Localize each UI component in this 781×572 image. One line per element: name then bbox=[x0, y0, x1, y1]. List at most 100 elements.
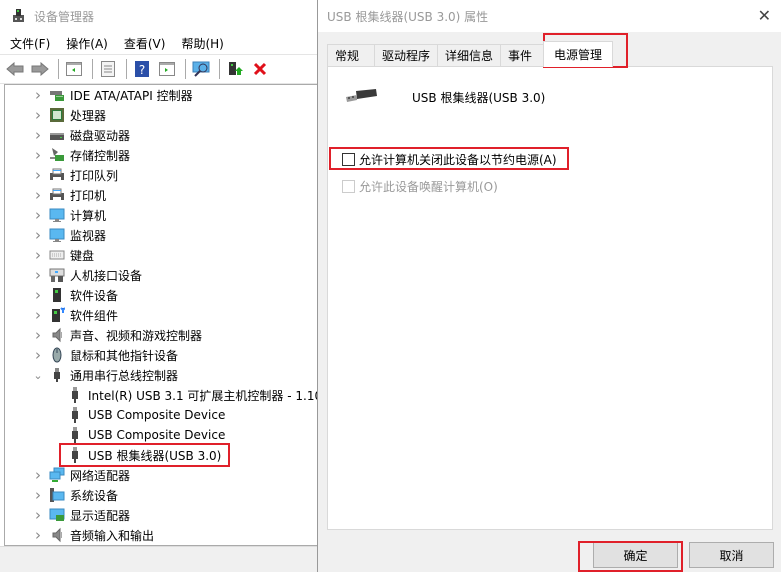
menu-action[interactable]: 操作(A) bbox=[66, 35, 108, 52]
show-hide-console-tree-icon[interactable] bbox=[63, 58, 85, 80]
chevron-right-icon[interactable]: › bbox=[31, 226, 45, 244]
back-arrow-icon[interactable] bbox=[4, 58, 26, 80]
tree-category[interactable]: › 存储控制器 bbox=[5, 145, 320, 165]
help-icon[interactable]: ? bbox=[131, 58, 153, 80]
chevron-right-icon[interactable]: › bbox=[31, 506, 45, 524]
tree-category-label: 处理器 bbox=[70, 108, 107, 123]
menu-bar: 文件(F) 操作(A) 查看(V) 帮助(H) bbox=[0, 32, 319, 54]
chevron-right-icon[interactable]: › bbox=[31, 346, 45, 364]
tree-category[interactable]: › 打印机 bbox=[5, 185, 320, 205]
display-adapter-icon bbox=[49, 507, 65, 523]
tree-category[interactable]: › 软件组件 bbox=[5, 305, 320, 325]
tree-category-label: 人机接口设备 bbox=[70, 268, 143, 283]
allow-wake-checkbox bbox=[342, 180, 355, 193]
system-device-icon bbox=[49, 487, 65, 503]
chevron-right-icon[interactable]: › bbox=[31, 146, 45, 164]
software-device-icon bbox=[49, 287, 65, 303]
tree-category[interactable]: › 显示适配器 bbox=[5, 505, 320, 525]
close-icon[interactable]: ✕ bbox=[758, 6, 771, 25]
toolbar: ? bbox=[0, 54, 319, 84]
processor-icon bbox=[49, 107, 65, 123]
chevron-right-icon[interactable]: › bbox=[31, 186, 45, 204]
tree-category[interactable]: › 监视器 bbox=[5, 225, 320, 245]
tree-category[interactable]: › 音频输入和输出 bbox=[5, 525, 320, 545]
chevron-right-icon[interactable]: › bbox=[31, 86, 45, 104]
storage-controller-icon bbox=[49, 147, 65, 163]
chevron-right-icon[interactable]: › bbox=[31, 166, 45, 184]
status-bar bbox=[0, 546, 320, 572]
cancel-button[interactable]: 取消 bbox=[689, 542, 774, 568]
usb-device-icon bbox=[67, 427, 83, 443]
tree-category[interactable]: › 处理器 bbox=[5, 105, 320, 125]
tree-category[interactable]: › IDE ATA/ATAPI 控制器 bbox=[5, 85, 320, 105]
tree-device[interactable]: USB Composite Device bbox=[5, 405, 320, 425]
tab-general[interactable]: 常规 bbox=[327, 44, 375, 66]
tab-details[interactable]: 详细信息 bbox=[437, 44, 502, 66]
show-action-pane-icon[interactable] bbox=[156, 58, 178, 80]
chevron-right-icon[interactable]: › bbox=[31, 286, 45, 304]
chevron-right-icon[interactable]: › bbox=[31, 306, 45, 324]
tree-category[interactable]: › 人机接口设备 bbox=[5, 265, 320, 285]
chevron-right-icon[interactable]: › bbox=[31, 206, 45, 224]
device-header: USB 根集线器(USB 3.0) bbox=[344, 87, 545, 107]
tree-category-label: 软件设备 bbox=[70, 288, 119, 303]
chevron-right-icon[interactable]: › bbox=[31, 126, 45, 144]
device-manager-title: 设备管理器 bbox=[34, 9, 95, 24]
chevron-right-icon[interactable]: › bbox=[31, 106, 45, 124]
tree-category-label: 磁盘驱动器 bbox=[70, 128, 131, 143]
tree-category-label: 存储控制器 bbox=[70, 148, 131, 163]
tree-category[interactable]: › 打印队列 bbox=[5, 165, 320, 185]
usb-icon bbox=[49, 367, 65, 383]
tab-power-management[interactable]: 电源管理 bbox=[543, 41, 614, 67]
device-manager-title-bar: 设备管理器 bbox=[0, 0, 319, 32]
tree-category[interactable]: › 软件设备 bbox=[5, 285, 320, 305]
tree-category-label: 监视器 bbox=[70, 228, 107, 243]
tree-category[interactable]: › 键盘 bbox=[5, 245, 320, 265]
forward-arrow-icon[interactable] bbox=[29, 58, 51, 80]
allow-power-off-option[interactable]: 允许计算机关闭此设备以节约电源(A) bbox=[342, 151, 557, 168]
printer-icon bbox=[49, 167, 65, 183]
tree-device-label: USB Composite Device bbox=[88, 428, 226, 442]
menu-view[interactable]: 查看(V) bbox=[124, 35, 166, 52]
tree-device[interactable]: Intel(R) USB 3.1 可扩展主机控制器 - 1.10 ( bbox=[5, 385, 320, 405]
chevron-right-icon[interactable]: › bbox=[31, 486, 45, 504]
menu-file[interactable]: 文件(F) bbox=[10, 35, 50, 52]
uninstall-icon[interactable] bbox=[249, 58, 271, 80]
tree-device[interactable]: USB Composite Device bbox=[5, 425, 320, 445]
tree-category[interactable]: › 系统设备 bbox=[5, 485, 320, 505]
power-management-panel: USB 根集线器(USB 3.0) 允许计算机关闭此设备以节约电源(A) 允许此… bbox=[327, 66, 773, 530]
tab-events[interactable]: 事件 bbox=[500, 44, 545, 66]
tree-category[interactable]: › 磁盘驱动器 bbox=[5, 125, 320, 145]
chevron-right-icon[interactable]: › bbox=[31, 526, 45, 544]
chevron-down-icon[interactable]: ⌄ bbox=[31, 369, 45, 382]
chevron-right-icon[interactable]: › bbox=[31, 246, 45, 264]
allow-power-off-checkbox[interactable] bbox=[342, 153, 355, 166]
tab-driver[interactable]: 驱动程序 bbox=[374, 44, 439, 66]
tree-category-label: 网络适配器 bbox=[70, 468, 131, 483]
allow-power-off-label[interactable]: 允许计算机关闭此设备以节约电源(A) bbox=[359, 151, 557, 168]
tree-category[interactable]: › 声音、视频和游戏控制器 bbox=[5, 325, 320, 345]
disk-drive-icon bbox=[49, 127, 65, 143]
update-driver-icon[interactable] bbox=[224, 58, 246, 80]
device-tree[interactable]: › IDE ATA/ATAPI 控制器 › 处理器 › 磁盘驱动器 › 存储控制器 › 打印队列 ›… bbox=[4, 84, 320, 546]
chevron-right-icon[interactable]: › bbox=[31, 266, 45, 284]
tree-category[interactable]: › 鼠标和其他指针设备 bbox=[5, 345, 320, 365]
tree-category-label: 计算机 bbox=[70, 208, 107, 223]
usb-device-icon bbox=[67, 387, 83, 403]
ok-button[interactable]: 确定 bbox=[593, 542, 678, 568]
toolbar-separator bbox=[219, 59, 220, 79]
allow-wake-label: 允许此设备唤醒计算机(O) bbox=[359, 180, 498, 194]
chevron-right-icon[interactable]: › bbox=[31, 466, 45, 484]
toolbar-separator bbox=[92, 59, 93, 79]
tree-device[interactable]: USB 根集线器(USB 3.0) bbox=[5, 445, 320, 465]
chevron-right-icon[interactable]: › bbox=[31, 326, 45, 344]
tree-category[interactable]: › 计算机 bbox=[5, 205, 320, 225]
tree-category[interactable]: ⌄ 通用串行总线控制器 bbox=[5, 365, 320, 385]
scan-hardware-icon[interactable] bbox=[190, 58, 212, 80]
properties-icon[interactable] bbox=[97, 58, 119, 80]
tree-category[interactable]: › 网络适配器 bbox=[5, 465, 320, 485]
printer-icon bbox=[49, 187, 65, 203]
menu-help[interactable]: 帮助(H) bbox=[181, 35, 223, 52]
ide-controller-icon bbox=[49, 87, 65, 103]
tree-category-label: 鼠标和其他指针设备 bbox=[70, 348, 179, 363]
